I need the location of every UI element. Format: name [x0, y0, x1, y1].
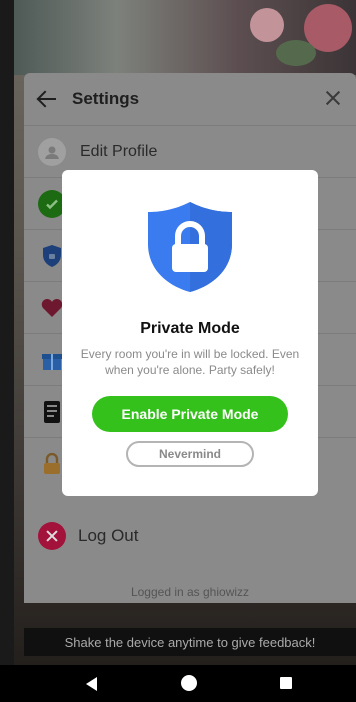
close-icon[interactable]: [322, 87, 344, 109]
private-mode-dialog: Private Mode Every room you're in will b…: [62, 170, 318, 496]
settings-title: Settings: [72, 89, 140, 108]
android-nav-bar: [0, 665, 356, 702]
logged-in-text: Logged in as ghiowizz: [130, 585, 250, 599]
logout-label: Log Out: [78, 526, 139, 545]
settings-row-label: Edit Profile: [80, 142, 158, 160]
avatar-icon: [38, 137, 66, 166]
nav-recents-icon[interactable]: [280, 677, 292, 689]
shield-lock-icon: [144, 200, 236, 294]
nevermind-button[interactable]: Nevermind: [126, 441, 254, 467]
background-scene: [14, 0, 356, 75]
back-arrow-icon[interactable]: [36, 88, 58, 110]
enable-private-mode-button[interactable]: Enable Private Mode: [92, 396, 288, 432]
background-strip: [0, 0, 14, 665]
logout-row[interactable]: Log Out: [24, 516, 356, 556]
flower-decoration: [250, 8, 284, 42]
feedback-banner: Shake the device anytime to give feedbac…: [24, 628, 356, 656]
nav-back-icon[interactable]: [86, 677, 97, 691]
dialog-title: Private Mode: [140, 320, 240, 337]
flower-decoration: [276, 40, 316, 66]
nav-home-icon[interactable]: [181, 675, 197, 691]
dialog-message: Every room you're in will be locked. Eve…: [80, 347, 300, 377]
close-circle-icon: [38, 522, 66, 550]
settings-header: Settings: [24, 73, 356, 125]
